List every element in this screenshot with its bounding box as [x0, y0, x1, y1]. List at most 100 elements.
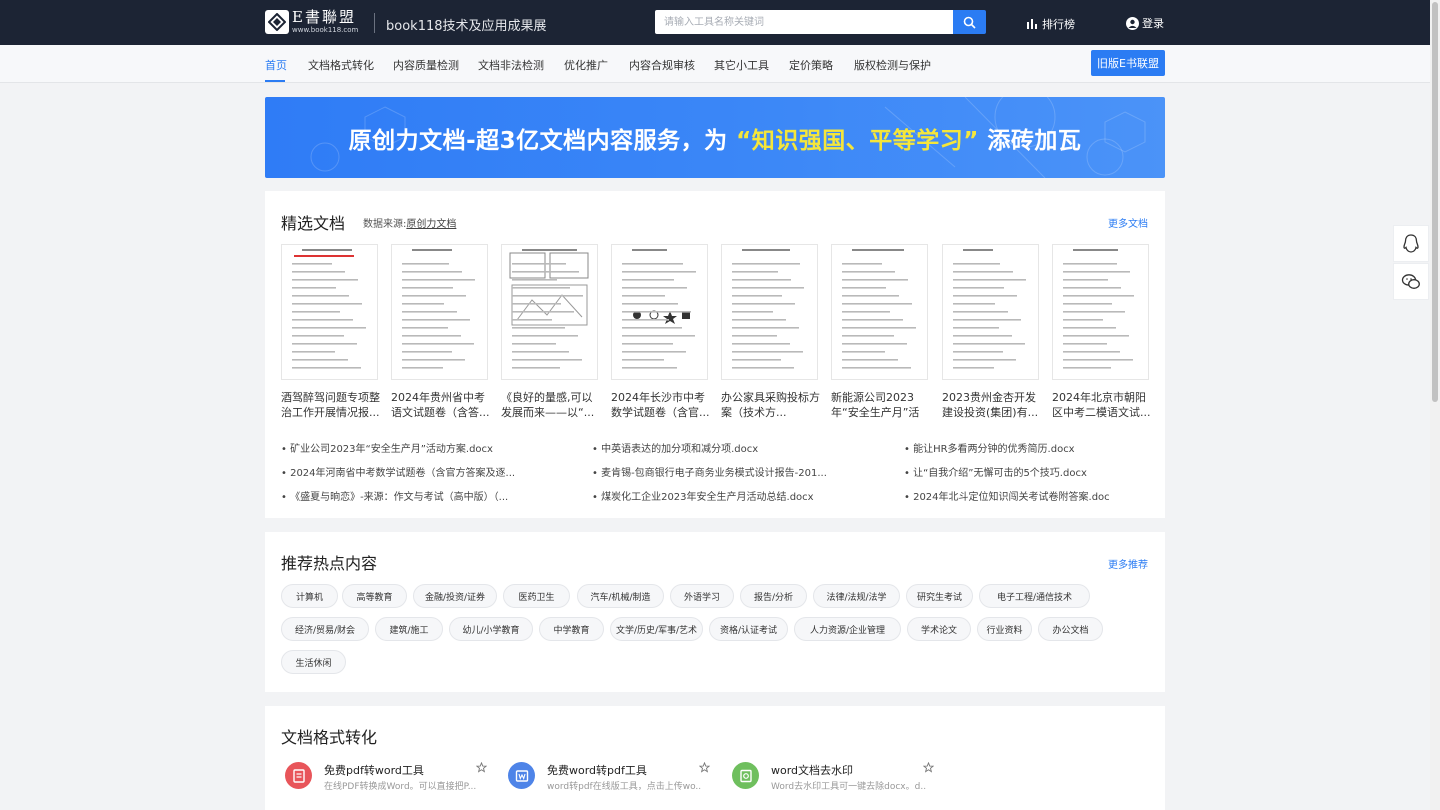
logo-mark-icon — [265, 10, 289, 34]
doc-title[interactable]: 2024年长沙市中考数学试题卷（含官... — [611, 390, 711, 420]
banner-slogan: 原创力文档-超3亿文档内容服务，为 “知识强国、平等学习” 添砖加瓦 — [265, 121, 1165, 155]
hot-tag[interactable]: 电子工程/通信技术 — [979, 584, 1090, 608]
page-scrollbar[interactable] — [1430, 0, 1440, 810]
rank-link[interactable]: 排行榜 — [1027, 16, 1075, 32]
watermark-icon — [732, 762, 759, 789]
more-recommend-link[interactable]: 更多推荐 — [1108, 556, 1148, 571]
hero-banner[interactable]: 原创力文档-超3亿文档内容服务，为 “知识强国、平等学习” 添砖加瓦 — [265, 97, 1165, 178]
doc-thumbnail[interactable] — [831, 244, 928, 380]
doc-link[interactable]: • 2024年河南省中考数学试题卷（含官方答案及逐... — [281, 464, 571, 479]
doc-title[interactable]: 办公家具采购投标方案（技术方... — [721, 390, 821, 420]
doc-link[interactable]: • 让“自我介绍”无懈可击的5个技巧.docx — [904, 464, 1194, 479]
logo-url: www.book118.com — [292, 26, 359, 34]
tool-name: word文档去水印 — [771, 764, 854, 777]
search-button[interactable] — [953, 10, 986, 34]
nav-item-pricing[interactable]: 定价策略 — [789, 57, 833, 73]
nav-item-other-tools[interactable]: 其它小工具 — [714, 57, 769, 73]
doc-link[interactable]: • 煤炭化工企业2023年安全生产月活动总结.docx — [592, 488, 882, 503]
banner-text-before: 原创力文档-超3亿文档内容服务，为 — [348, 128, 728, 154]
doc-link[interactable]: • 矿业公司2023年“安全生产月”活动方案.docx — [281, 440, 571, 455]
doc-title[interactable]: 新能源公司2023年“安全生产月”活动... — [831, 390, 931, 420]
tool-name: 免费word转pdf工具 — [547, 764, 647, 777]
hot-tag[interactable]: 资格/认证考试 — [709, 617, 788, 641]
doc-link[interactable]: • 麦肯锡-包商银行电子商务业务模式设计报告-201... — [592, 464, 882, 479]
doc-thumbnail[interactable] — [721, 244, 818, 380]
nav-item-format-convert[interactable]: 文档格式转化 — [308, 57, 374, 73]
site-logo[interactable]: E書聯盟 www.book118.com — [265, 10, 358, 34]
hot-content-section: 推荐热点内容 更多推荐 计算机 高等教育 金融/投资/证券 医药卫生 汽车/机械/制造外… — [265, 532, 1165, 692]
format-convert-section: 文档格式转化 免费pdf转word工具 在线PDF转换成Word。可以直接把P.… — [265, 706, 1165, 810]
old-version-button[interactable]: 旧版E书联盟 — [1091, 50, 1165, 76]
hot-tag[interactable]: 人力资源/企业管理 — [794, 617, 901, 641]
data-source: 数据来源:原创力文档 — [363, 215, 456, 230]
search-bar — [655, 10, 986, 34]
top-bar: E書聯盟 www.book118.com book118技术及应用成果展 排行榜… — [0, 0, 1440, 45]
doc-title[interactable]: 《良好的量感,可以发展而来——以“... — [501, 390, 601, 420]
nav-item-quality-check[interactable]: 内容质量检测 — [393, 57, 459, 73]
hot-tag[interactable]: 建筑/施工 — [375, 617, 443, 641]
hot-tag[interactable]: 高等教育 — [342, 584, 407, 608]
hot-tag[interactable]: 报告/分析 — [740, 584, 807, 608]
doc-thumbnail[interactable] — [942, 244, 1039, 380]
hot-tag[interactable]: 学术论文 — [907, 617, 971, 641]
doc-link[interactable]: • 2024年北斗定位知识闯关考试卷附答案.doc — [904, 488, 1194, 503]
hot-tag[interactable]: 办公文档 — [1038, 617, 1103, 641]
doc-thumbnail[interactable] — [611, 244, 708, 380]
featured-docs-section: 精选文档 数据来源:原创力文档 更多文档 酒驾醉驾问题专项整治工作开展情况报..… — [265, 191, 1165, 518]
pdf-icon — [285, 762, 312, 789]
doc-link[interactable]: • 中英语表达的加分项和减分项.docx — [592, 440, 882, 455]
tool-desc: 在线PDF转换成Word。可以直接把P... — [324, 782, 477, 792]
word-icon — [508, 762, 535, 789]
hot-tag[interactable]: 行业资料 — [977, 617, 1032, 641]
doc-thumbnail[interactable] — [501, 244, 598, 380]
site-subtitle[interactable]: book118技术及应用成果展 — [386, 15, 547, 34]
doc-thumbnail[interactable] — [281, 244, 378, 380]
tool-remove-watermark[interactable]: word文档去水印 Word去水印工具可一键去除docx。d... — [732, 760, 934, 794]
star-icon[interactable] — [699, 762, 710, 773]
nav-item-compliance[interactable]: 内容合规审核 — [629, 57, 695, 73]
banner-text-highlight: “知识强国、平等学习” — [736, 128, 979, 154]
doc-title[interactable]: 2024年贵州省中考语文试题卷（含答... — [391, 390, 491, 420]
doc-title[interactable]: 2023贵州金杏开发建设投资(集团)有... — [942, 390, 1042, 420]
search-input[interactable] — [655, 10, 953, 34]
hot-tag[interactable]: 医药卫生 — [503, 584, 570, 608]
rank-label: 排行榜 — [1042, 18, 1075, 31]
hot-tag[interactable]: 外语学习 — [670, 584, 734, 608]
tool-word-to-pdf[interactable]: 免费word转pdf工具 word转pdf在线版工具，点击上传wo... — [508, 760, 710, 794]
star-icon[interactable] — [476, 762, 487, 773]
user-icon — [1126, 16, 1139, 30]
bar-chart-icon — [1027, 19, 1037, 29]
login-label: 登录 — [1142, 17, 1164, 30]
tool-desc: Word去水印工具可一键去除docx。d... — [771, 782, 926, 792]
nav-item-promotion[interactable]: 优化推广 — [564, 57, 608, 73]
hot-tag[interactable]: 中学教育 — [539, 617, 604, 641]
nav-item-copyright[interactable]: 版权检测与保护 — [854, 57, 931, 73]
doc-title[interactable]: 酒驾醉驾问题专项整治工作开展情况报... — [281, 390, 381, 420]
doc-thumbnail[interactable] — [391, 244, 488, 380]
wechat-contact-button[interactable] — [1393, 263, 1429, 300]
hot-tag[interactable]: 汽车/机械/制造 — [577, 584, 664, 608]
doc-link[interactable]: • 《盛夏与晌恋》-来源：作文与考试（高中版）（... — [281, 488, 571, 503]
scrollbar-thumb[interactable] — [1432, 2, 1438, 402]
nav-item-illegal-check[interactable]: 文档非法检测 — [478, 57, 544, 73]
hot-tag[interactable]: 研究生考试 — [906, 584, 973, 608]
hot-tag[interactable]: 经济/贸易/财会 — [281, 617, 369, 641]
hot-tag[interactable]: 幼儿/小学教育 — [449, 617, 533, 641]
data-source-link[interactable]: 原创力文档 — [406, 219, 456, 230]
hot-tag[interactable]: 生活休闲 — [281, 650, 346, 674]
doc-thumbnail[interactable] — [1052, 244, 1149, 380]
nav-item-home[interactable]: 首页 — [265, 57, 287, 73]
hot-tag[interactable]: 文学/历史/军事/艺术 — [610, 617, 703, 641]
hot-tag[interactable]: 金融/投资/证券 — [413, 584, 497, 608]
section-title-hot: 推荐热点内容 — [281, 554, 378, 573]
hot-tag[interactable]: 计算机 — [281, 584, 338, 608]
doc-title[interactable]: 2024年北京市朝阳区中考二模语文试... — [1052, 390, 1152, 420]
star-icon[interactable] — [923, 762, 934, 773]
more-docs-link[interactable]: 更多文档 — [1108, 215, 1148, 230]
data-source-label: 数据来源: — [363, 219, 407, 230]
doc-link[interactable]: • 能让HR多看两分钟的优秀简历.docx — [904, 440, 1194, 455]
login-link[interactable]: 登录 — [1126, 15, 1164, 31]
hot-tag[interactable]: 法律/法规/法学 — [813, 584, 900, 608]
qq-contact-button[interactable] — [1393, 225, 1429, 262]
tool-pdf-to-word[interactable]: 免费pdf转word工具 在线PDF转换成Word。可以直接把P... — [285, 760, 487, 794]
